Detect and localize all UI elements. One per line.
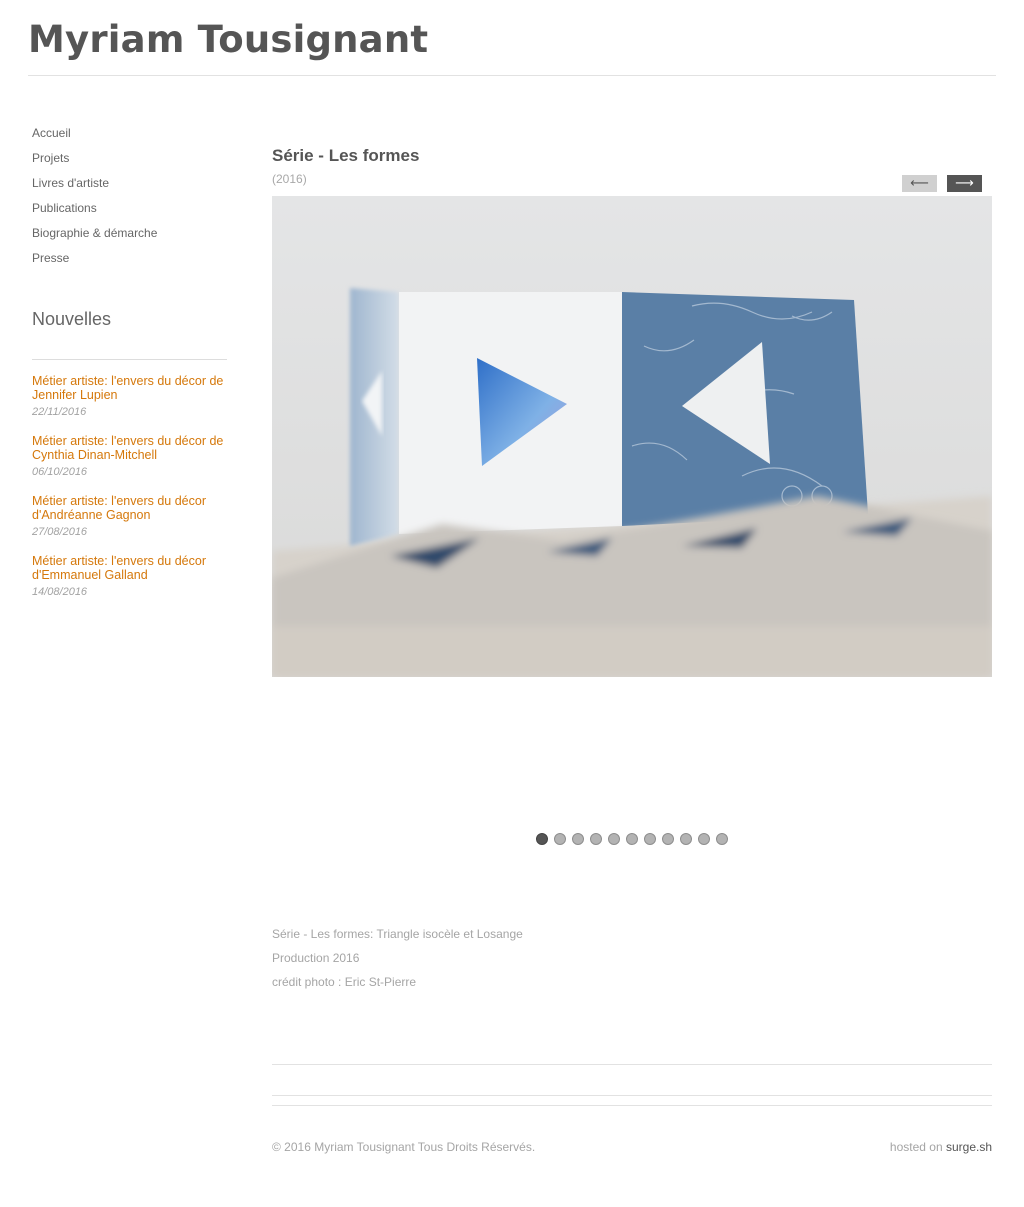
arrow-left-icon: ⟵ xyxy=(910,176,929,191)
nav-item-livres[interactable]: Livres d'artiste xyxy=(32,175,157,200)
slide-dot[interactable] xyxy=(626,833,638,845)
news-divider xyxy=(32,359,227,360)
nav-item-label[interactable]: Biographie & démarche xyxy=(32,226,157,240)
news-item: Métier artiste: l'envers du décor de Cyn… xyxy=(32,434,227,494)
project-year: (2016) xyxy=(272,172,307,186)
footer-copyright: © 2016 Myriam Tousignant Tous Droits Rés… xyxy=(272,1140,536,1154)
slide-dot[interactable] xyxy=(698,833,710,845)
nav-item-label[interactable]: Projets xyxy=(32,151,69,165)
slideshow-pagination xyxy=(536,833,728,845)
main-nav: Accueil Projets Livres d'artiste Publica… xyxy=(32,125,157,275)
caption-line: crédit photo : Eric St-Pierre xyxy=(272,975,417,989)
caption-line: Série - Les formes: Triangle isocèle et … xyxy=(272,927,523,941)
nav-item-label[interactable]: Publications xyxy=(32,201,97,215)
next-slide-button[interactable]: ⟶ xyxy=(947,175,982,192)
nav-item-accueil[interactable]: Accueil xyxy=(32,125,157,150)
slide-dot[interactable] xyxy=(716,833,728,845)
slide-dot[interactable] xyxy=(644,833,656,845)
slide-caption: Série - Les formes: Triangle isocèle et … xyxy=(272,926,523,998)
artwork-photo xyxy=(272,196,992,677)
news-item-link[interactable]: Métier artiste: l'envers du décor d'Andr… xyxy=(32,494,227,522)
slide-dot[interactable] xyxy=(572,833,584,845)
nav-item-label[interactable]: Livres d'artiste xyxy=(32,176,109,190)
project-title: Série - Les formes xyxy=(272,146,420,165)
slide-dot[interactable] xyxy=(662,833,674,845)
site-title[interactable]: Myriam Tousignant xyxy=(28,18,428,61)
nav-item-presse[interactable]: Presse xyxy=(32,250,157,275)
slideshow-image[interactable] xyxy=(272,196,992,677)
news-item: Métier artiste: l'envers du décor d'Andr… xyxy=(32,494,227,554)
news-item-date: 27/08/2016 xyxy=(32,526,88,538)
header-divider xyxy=(28,75,996,76)
content-divider xyxy=(272,1095,992,1096)
news-item: Métier artiste: l'envers du décor d'Emma… xyxy=(32,554,227,614)
previous-slide-button[interactable]: ⟵ xyxy=(902,175,937,192)
news-item-date: 06/10/2016 xyxy=(32,466,88,478)
caption-line: Production 2016 xyxy=(272,951,360,965)
news-heading: Nouvelles xyxy=(32,309,112,329)
slide-dot[interactable] xyxy=(608,833,620,845)
nav-item-projets[interactable]: Projets xyxy=(32,150,157,175)
slide-dot[interactable] xyxy=(554,833,566,845)
nav-item-publications[interactable]: Publications xyxy=(32,200,157,225)
news-item: Métier artiste: l'envers du décor de Jen… xyxy=(32,374,227,434)
footer-hosting: hosted on surge.sh xyxy=(890,1140,992,1154)
slide-dot[interactable] xyxy=(680,833,692,845)
arrow-right-icon: ⟶ xyxy=(955,176,974,191)
host-link[interactable]: surge.sh xyxy=(946,1140,992,1154)
nav-item-biographie[interactable]: Biographie & démarche xyxy=(32,225,157,250)
content-divider xyxy=(272,1064,992,1065)
news-item-link[interactable]: Métier artiste: l'envers du décor de Cyn… xyxy=(32,434,227,462)
news-item-date: 22/11/2016 xyxy=(32,406,87,418)
slide-dot[interactable] xyxy=(536,833,548,845)
hosted-prefix: hosted on xyxy=(889,1140,943,1154)
news-item-link[interactable]: Métier artiste: l'envers du décor de Jen… xyxy=(32,374,227,402)
nav-item-label[interactable]: Accueil xyxy=(32,126,71,140)
news-item-link[interactable]: Métier artiste: l'envers du décor d'Emma… xyxy=(32,554,227,582)
footer-divider xyxy=(272,1105,992,1106)
slide-dot[interactable] xyxy=(590,833,602,845)
news-list: Métier artiste: l'envers du décor de Jen… xyxy=(32,374,227,614)
nav-item-label[interactable]: Presse xyxy=(32,251,69,265)
news-item-date: 14/08/2016 xyxy=(32,586,88,598)
